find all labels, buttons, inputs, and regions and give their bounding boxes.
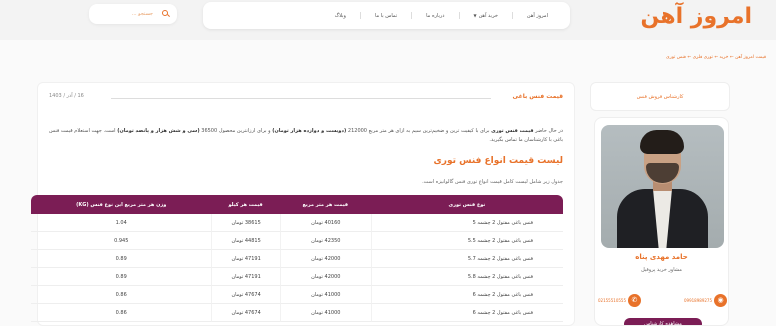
table-cell: 41000 تومان (279, 286, 371, 304)
table-cell: فنس باغی مفتول 2 چشمه 6 (370, 286, 563, 304)
table-cell: 47674 تومان (211, 286, 280, 304)
nav-divider (411, 12, 413, 19)
table-row: فنس باغی مفتول 2 چشمه 5.5 42350 تومان 44… (31, 232, 563, 250)
table-cell: 0.945 (31, 232, 212, 250)
table-row: فنس باغی مفتول 2 چشمه 6 41000 تومان 4767… (31, 304, 563, 322)
table-cell: 42000 تومان (279, 250, 371, 268)
nav-item-label: وبلاگ (334, 12, 346, 19)
table-header-row: نوع فنس توری قیمت هر متر مربع قیمت هر کی… (31, 195, 563, 214)
section-header: قیمت فنس باغی 16 / آذر / 1403 (49, 93, 563, 103)
landline-number: 02155510555 (598, 297, 626, 303)
nav-item-about[interactable]: درباره ما (426, 13, 444, 19)
table-cell: 47674 تومان (211, 304, 280, 322)
table-cell: فنس باغی مفتول 2 چشمه 5 (370, 214, 563, 232)
intro-paragraph: در حال حاضر قیمت فنس توری برای با کیفیت … (49, 128, 563, 143)
nav-item-label: امروز آهن (526, 12, 548, 19)
whatsapp-icon[interactable]: ◉ (714, 293, 727, 307)
sidebar-tab-fence-expert[interactable]: کارشناس فروش فنس (590, 82, 730, 111)
price-table: نوع فنس توری قیمت هر متر مربع قیمت هر کی… (31, 195, 563, 322)
mobile-number: 09918989275 (684, 297, 712, 303)
table-cell: 0.86 (31, 286, 212, 304)
search-box (89, 4, 177, 24)
search-input[interactable] (98, 9, 153, 19)
view-expert-button[interactable]: مشاهده کارشناس (624, 318, 702, 325)
contact-row: 02155510555 ✆ 09918989275 ◉ (598, 292, 727, 308)
breadcrumb[interactable]: قیمت امروز آهن ← خرید ← توری فلزی ← فنس … (666, 55, 766, 60)
table-cell: 0.89 (31, 250, 212, 268)
table-intro: جدول زیر شامل لیست کامل قیمت انواع توری … (422, 179, 563, 185)
table-cell: 42350 تومان (279, 232, 371, 250)
table-cell: 42000 تومان (279, 268, 371, 286)
expert-card: حامد مهدی پناه مشاور خرید پروفیل 0215551… (594, 117, 729, 326)
expert-photo (601, 125, 724, 248)
table-cell: فنس باغی مفتول 2 چشمه 5.8 (370, 268, 563, 286)
price-list-heading: لیست قیمت انواع فنس توری (433, 156, 563, 166)
table-cell: 38615 تومان (211, 214, 280, 232)
table-cell: فنس باغی مفتول 2 چشمه 5.5 (370, 232, 563, 250)
table-cell: فنس باغی مفتول 2 چشمه 5.7 (370, 250, 563, 268)
table-cell: 1.04 (31, 214, 212, 232)
section-title: قیمت فنس باغی (512, 93, 563, 100)
table-cell: 0.86 (31, 304, 212, 322)
nav-item-blog[interactable]: وبلاگ (335, 13, 346, 19)
table-cell: 41000 تومان (279, 304, 371, 322)
column-header: وزن هر متر مربع این نوع فنس (KG) (31, 195, 212, 214)
nav-divider (458, 12, 460, 19)
table-cell: 40160 تومان (279, 214, 371, 232)
column-header: قیمت هر متر مربع (279, 195, 371, 214)
divider (111, 98, 491, 99)
main-content: قیمت فنس باغی 16 / آذر / 1403 در حال حاض… (31, 82, 575, 326)
landline-contact[interactable]: 02155510555 ✆ (598, 293, 641, 307)
phone-icon[interactable]: ✆ (628, 293, 641, 307)
main-nav: امروز آهن خرید آهن ▼ درباره ما تماس با ما… (203, 2, 570, 29)
table-row: فنس باغی مفتول 2 چشمه 6 41000 تومان 4767… (31, 286, 563, 304)
nav-item-contact[interactable]: تماس با ما (375, 13, 397, 19)
expert-name: حامد مهدی پناه (635, 253, 688, 261)
table-row: فنس باغی مفتول 2 چشمه 5.7 42000 تومان 47… (31, 250, 563, 268)
table-cell: 44815 تومان (211, 232, 280, 250)
table-cell: فنس باغی مفتول 2 چشمه 6 (370, 304, 563, 322)
nav-item-label: درباره ما (426, 12, 445, 19)
table-cell: 47191 تومان (211, 268, 280, 286)
search-icon[interactable] (162, 10, 168, 16)
table-row: فنس باغی مفتول 2 چشمه 5 40160 تومان 3861… (31, 214, 563, 232)
nav-item-home[interactable]: امروز آهن (527, 13, 548, 19)
nav-item-buy-iron[interactable]: خرید آهن ▼ (474, 13, 498, 19)
table-cell: 0.89 (31, 268, 212, 286)
nav-divider (359, 12, 361, 19)
mobile-contact[interactable]: 09918989275 ◉ (684, 293, 727, 307)
chevron-down-icon: ▼ (473, 13, 477, 18)
table-row: فنس باغی مفتول 2 چشمه 5.8 42000 تومان 47… (31, 268, 563, 286)
column-header: قیمت هر کیلو (211, 195, 280, 214)
table-cell: 47191 تومان (211, 250, 280, 268)
nav-item-label: خرید آهن (478, 12, 498, 19)
publish-date: 16 / آذر / 1403 (49, 93, 84, 99)
nav-divider (511, 12, 513, 19)
site-logo[interactable]: امروز آهن (641, 4, 753, 29)
expert-role: مشاور خرید پروفیل (641, 267, 682, 273)
column-header: نوع فنس توری (370, 195, 563, 214)
nav-item-label: تماس با ما (374, 12, 398, 19)
top-bar: امروز آهن امروز آهن خرید آهن ▼ درباره ما … (0, 0, 776, 40)
